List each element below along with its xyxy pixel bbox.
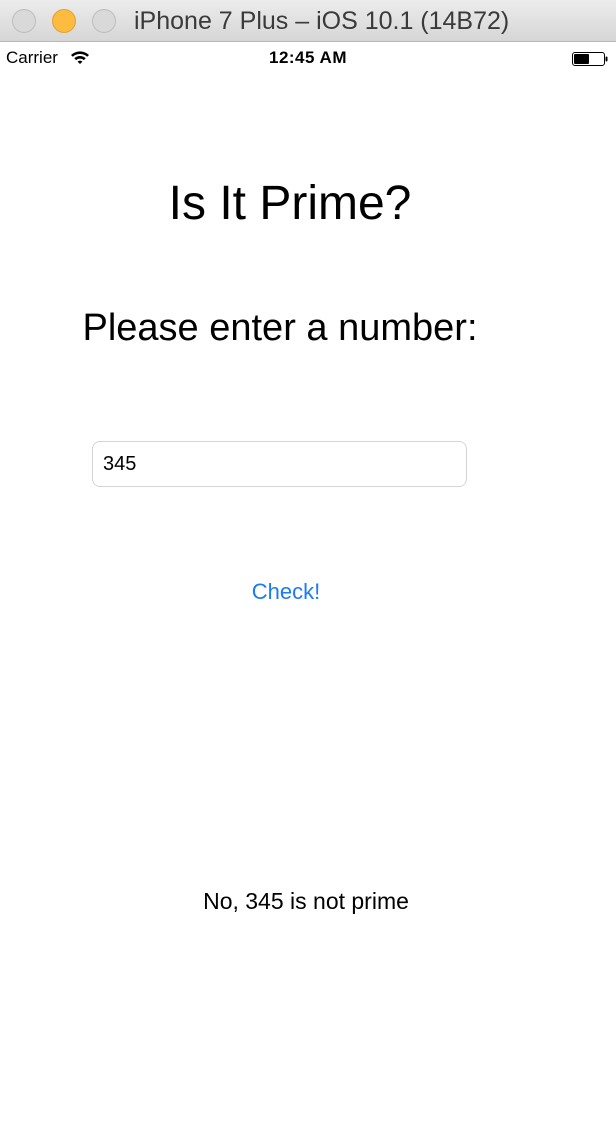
- result-label: No, 345 is not prime: [203, 888, 409, 914]
- battery-icon: [572, 52, 608, 66]
- simulator-title-bar: iPhone 7 Plus – iOS 10.1 (14B72): [0, 0, 616, 42]
- status-bar-time: 12:45 AM: [268, 48, 347, 67]
- close-window-button[interactable]: [12, 9, 36, 33]
- app-title: Is It Prime?: [168, 177, 412, 230]
- minimize-window-button[interactable]: [52, 9, 76, 33]
- enter-number-label: Please enter a number:: [82, 307, 478, 349]
- window-title: iPhone 7 Plus – iOS 10.1 (14B72): [134, 7, 510, 35]
- ios-status-bar: Carrier 12:45 AM: [0, 42, 616, 72]
- check-button[interactable]: Check!: [236, 574, 336, 610]
- number-input[interactable]: [92, 441, 467, 487]
- zoom-window-button[interactable]: [92, 9, 116, 33]
